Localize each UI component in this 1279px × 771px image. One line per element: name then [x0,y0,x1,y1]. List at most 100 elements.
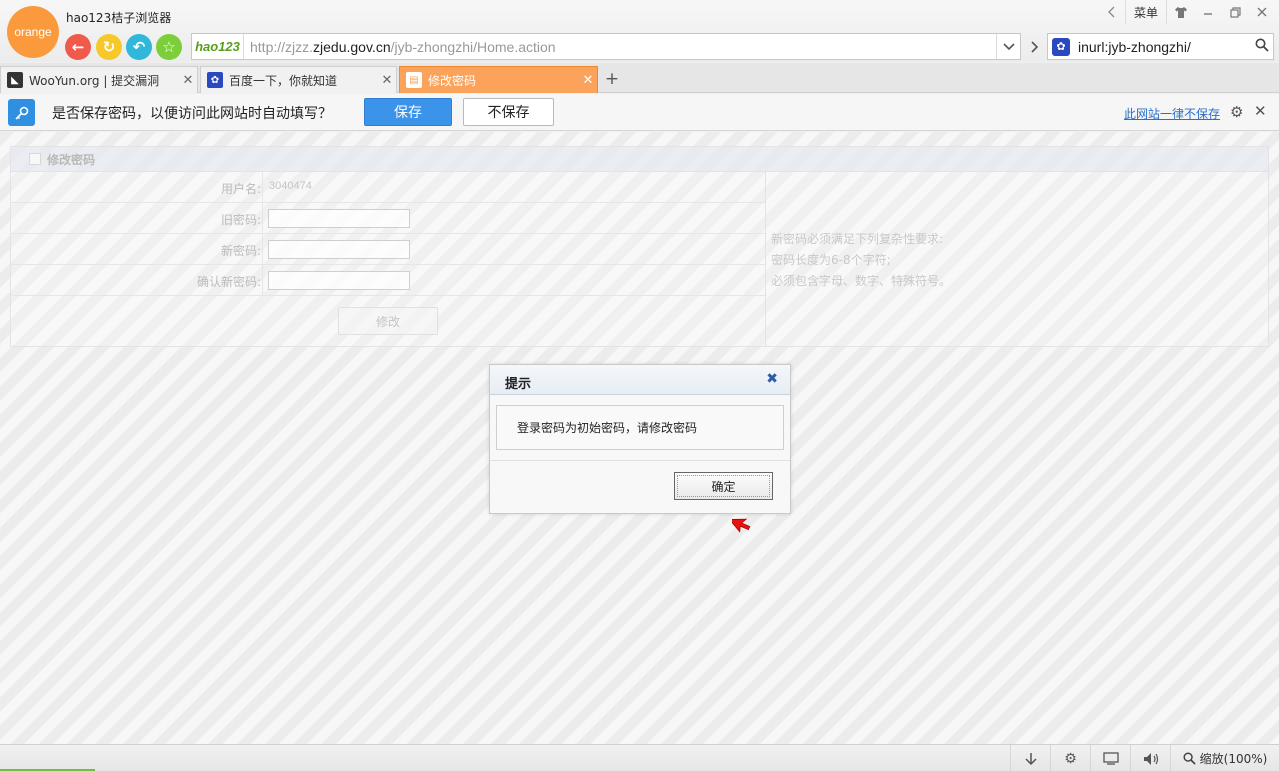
chevron-down-icon [1002,42,1015,50]
download-button[interactable] [1010,745,1050,771]
page-icon: ▤ [406,72,422,88]
hao123-badge[interactable]: hao123 [192,34,244,59]
baidu-paw-icon: ✿ [207,72,223,88]
form-row-username: 用户名: 3040474 [11,172,765,203]
screenshot-button[interactable] [1090,745,1130,771]
shirt-icon [1175,6,1187,18]
browser-titlebar: orange hao123桔子浏览器 ← ↻ ↶ ☆ hao123 http:/… [0,0,1279,62]
new-tab-button[interactable]: + [601,68,623,90]
dialog-divider [490,460,790,461]
form-row-confirm-password: 确认新密码: [11,265,765,296]
new-password-field[interactable] [268,240,410,259]
username-label: 用户名: [220,182,261,196]
panel-header-icon [29,153,41,165]
skin-button[interactable] [1170,0,1192,24]
star-icon: ☆ [162,38,176,56]
password-prompt-text: 是否保存密码，以便访问此网站时自动填写？ [52,106,332,122]
app-title: hao123桔子浏览器 [66,11,172,25]
chevron-left-icon [1107,6,1114,18]
volume-button[interactable] [1130,745,1170,771]
close-icon[interactable]: ✕ [179,73,197,88]
column-divider [262,172,263,202]
back-button[interactable]: ← [65,34,91,60]
tab-label: 修改密码 [428,73,477,88]
confirm-password-field[interactable] [268,271,410,290]
dialog-header: 提示 ✖ [490,365,790,395]
panel-header: 修改密码 [11,147,1268,172]
speaker-icon [1143,752,1158,765]
tab-strip: ◣ WooYun.org | 提交漏洞 ✕ ✿ 百度一下，你就知道 ✕ ▤ 修改… [0,63,1279,93]
chevron-right-icon [1031,40,1039,53]
dialog-title: 提示 [505,377,532,392]
undo-close-tab-button[interactable]: ↶ [126,34,152,60]
close-icon[interactable]: ✕ [579,73,597,88]
zoom-control[interactable]: 缩放(100%) [1170,745,1279,771]
close-window-button[interactable] [1251,0,1273,24]
column-divider [262,203,263,233]
close-icon[interactable]: ✖ [766,371,778,387]
tab-wooyun[interactable]: ◣ WooYun.org | 提交漏洞 ✕ [0,66,198,93]
minimize-button[interactable] [1197,0,1219,24]
minimize-icon [1204,13,1212,15]
restore-button[interactable] [1224,0,1246,24]
password-requirements: 新密码必须满足下列复杂性要求: 密码长度为6-8个字符; 必须包含字母、数字、特… [771,229,951,292]
new-password-label: 新密码: [220,244,261,258]
password-form: 用户名: 3040474 旧密码: 新密码: 确认新密码: 修改 [11,172,766,347]
menu-button[interactable]: 菜单 [1125,0,1167,24]
column-divider [262,234,263,264]
address-bar[interactable]: hao123 http://zjzz.zjedu.gov.cn/jyb-zhon… [191,33,1021,60]
screen-icon [1102,752,1119,765]
zoom-label: 缩放(100%) [1199,752,1268,766]
form-row-new-password: 新密码: [11,234,765,265]
undo-icon: ↶ [132,38,146,56]
status-bar: ⚙ 缩放(100%) [0,744,1279,771]
download-icon [1024,752,1037,765]
close-icon[interactable]: ✕ [1254,102,1267,120]
browser-logo[interactable]: orange [7,6,59,58]
search-box[interactable]: ✿ inurl:jyb-zhongzhi/ [1047,33,1274,60]
change-password-submit-button[interactable]: 修改 [338,307,438,335]
refresh-icon: ↻ [102,38,116,56]
forward-button[interactable] [1023,33,1047,60]
back-arrow-icon: ← [71,38,85,56]
key-icon [8,99,35,126]
search-input[interactable]: inurl:jyb-zhongzhi/ [1078,39,1251,55]
requirement-line: 新密码必须满足下列复杂性要求: [771,232,944,246]
close-icon [1257,7,1267,17]
zoom-icon [1183,752,1196,765]
ok-button[interactable]: 确定 [674,472,773,500]
url-text[interactable]: http://zjzz.zjedu.gov.cn/jyb-zhongzhi/Ho… [244,39,996,55]
url-dropdown-button[interactable] [996,34,1020,59]
search-icon[interactable] [1251,38,1273,56]
old-password-field[interactable] [268,209,410,228]
requirement-line: 密码长度为6-8个字符; [771,253,891,267]
column-divider [262,265,263,295]
tab-label: 百度一下，你就知道 [229,73,338,88]
tab-baidu[interactable]: ✿ 百度一下，你就知道 ✕ [200,66,397,93]
dont-save-password-button[interactable]: 不保存 [463,98,554,126]
alert-dialog: 提示 ✖ 登录密码为初始密码，请修改密码 确定 [489,364,791,514]
dialog-message: 登录密码为初始密码，请修改密码 [496,405,784,450]
gear-icon[interactable]: ⚙ [1230,103,1243,121]
mouse-cursor-icon [732,518,751,533]
form-row-old-password: 旧密码: [11,203,765,234]
settings-button[interactable]: ⚙ [1050,745,1090,771]
refresh-button[interactable]: ↻ [96,34,122,60]
tab-change-password[interactable]: ▤ 修改密码 ✕ [399,66,598,93]
url-domain: zjedu.gov.cn [313,38,391,55]
sidebar-toggle-button[interactable] [1100,0,1122,24]
wooyun-favicon: ◣ [7,72,23,88]
url-suffix: /jyb-zhongzhi/Home.action [390,38,556,55]
requirement-line: 必须包含字母、数字、特殊符号。 [771,274,952,288]
password-save-bar: 是否保存密码，以便访问此网站时自动填写？ 保存 不保存 此网站一律不保存 ⚙ ✕ [0,94,1279,131]
change-password-panel: 修改密码 用户名: 3040474 旧密码: 新密码: 确认新密码: 修改 新密… [10,146,1269,347]
save-password-button[interactable]: 保存 [364,98,452,126]
close-icon[interactable]: ✕ [378,73,396,88]
never-save-link[interactable]: 此网站一律不保存 [1124,105,1220,122]
tab-label: WooYun.org | 提交漏洞 [29,73,160,88]
confirm-password-label: 确认新密码: [196,275,261,289]
favorites-button[interactable]: ☆ [156,34,182,60]
plus-icon: + [604,69,620,89]
baidu-paw-icon[interactable]: ✿ [1052,37,1070,56]
url-prefix: http://zjzz. [250,38,314,55]
